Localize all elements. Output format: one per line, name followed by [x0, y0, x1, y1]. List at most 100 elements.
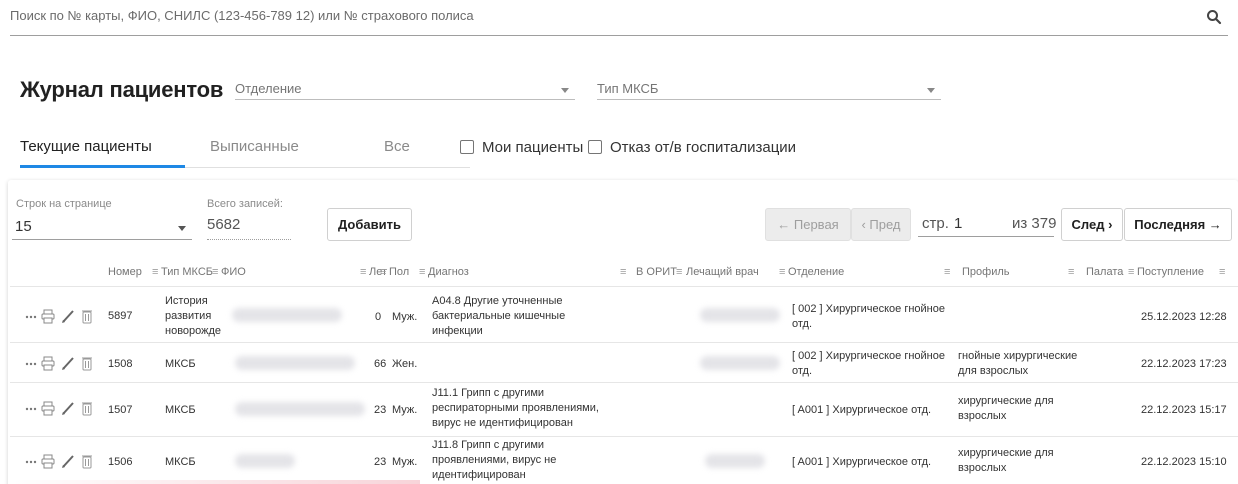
filter-icon[interactable]: ≡ [360, 266, 366, 278]
row-number: 1506 [108, 456, 133, 468]
row-type: МКСБ [165, 404, 196, 416]
row-type: МКСБ [165, 358, 196, 370]
row-department: [ A001 ] Хирургическое отд. [792, 456, 932, 468]
tab-all[interactable]: Все [384, 138, 410, 155]
edit-icon[interactable] [61, 308, 75, 324]
checkbox-box[interactable] [588, 140, 602, 154]
row-number: 1507 [108, 404, 133, 416]
delete-icon[interactable] [81, 308, 93, 324]
row-profile: гнойные хирургические для взрослых [958, 350, 1078, 377]
print-icon[interactable] [41, 400, 55, 416]
filter-icon[interactable]: ≡ [620, 266, 626, 278]
row-actions [25, 453, 99, 469]
row-profile: хирургические для взрослых [958, 447, 1054, 474]
header-divider [10, 286, 1238, 287]
search-input[interactable] [10, 8, 1170, 23]
edit-icon[interactable] [61, 355, 75, 371]
patient-name-redacted [235, 402, 365, 416]
last-page-button[interactable]: Последняя → [1124, 208, 1232, 241]
col-mksb-type[interactable]: Тип МКСБ [161, 266, 213, 278]
more-icon[interactable] [25, 453, 37, 469]
row-department: [ 002 ] Хирургическое гнойное отд. [792, 350, 945, 377]
print-icon[interactable] [41, 308, 55, 324]
filter-icon[interactable]: ≡ [152, 266, 158, 278]
my-patients-checkbox[interactable]: Мои пациенты [460, 139, 583, 156]
search-bar[interactable] [10, 0, 1228, 36]
filter-icon[interactable]: ≡ [676, 266, 682, 278]
first-page-button[interactable]: ← Первая [765, 208, 851, 241]
refusal-checkbox[interactable]: Отказ от/в госпитализации [588, 139, 796, 156]
row-admission: 22.12.2023 15:10 [1141, 456, 1227, 468]
doctor-name-redacted [700, 308, 780, 322]
col-diagnosis[interactable]: Диагноз [428, 266, 469, 278]
edit-icon[interactable] [61, 453, 75, 469]
row-divider [10, 382, 1238, 383]
rows-per-page-value: 15 [15, 218, 32, 235]
delete-icon[interactable] [81, 355, 93, 371]
filter-icon[interactable]: ≡ [419, 266, 425, 278]
col-fio[interactable]: ФИО [221, 266, 246, 278]
filter-icon[interactable]: ≡ [779, 266, 785, 278]
filter-icon[interactable]: ≡ [944, 266, 950, 278]
more-icon[interactable] [25, 355, 37, 371]
print-icon[interactable] [41, 453, 55, 469]
row-number: 5897 [108, 310, 133, 322]
row-highlight [0, 480, 420, 484]
filter-icon[interactable]: ≡ [1219, 266, 1225, 278]
row-department: [ A001 ] Хирургическое отд. [792, 404, 932, 416]
row-divider [10, 436, 1238, 437]
filter-icon[interactable]: ≡ [380, 266, 386, 278]
search-icon[interactable] [1206, 9, 1222, 25]
refusal-label: Отказ от/в госпитализации [610, 139, 797, 156]
page-number-input[interactable]: 1 [954, 215, 962, 232]
row-type: МКСБ [165, 456, 196, 468]
col-department[interactable]: Отделение [788, 266, 844, 278]
row-actions [25, 308, 99, 324]
chevron-down-icon [927, 88, 935, 93]
delete-icon[interactable] [81, 400, 93, 416]
col-number[interactable]: Номер [108, 266, 142, 278]
edit-icon[interactable] [61, 400, 75, 416]
row-age: 23 [374, 456, 387, 468]
tab-discharged[interactable]: Выписанные [210, 138, 299, 155]
total-records-label: Всего записей: [207, 198, 283, 210]
row-actions [25, 355, 99, 371]
filter-icon[interactable]: ≡ [1068, 266, 1074, 278]
row-diagnosis: J11.8 Грипп с другими проявлениями, вирус… [432, 439, 557, 481]
col-ward[interactable]: Палата [1086, 266, 1123, 278]
col-icu[interactable]: В ОРИТ [636, 266, 677, 278]
tab-current-patients[interactable]: Текущие пациенты [20, 138, 152, 155]
row-admission: 22.12.2023 15:17 [1141, 404, 1227, 416]
more-icon[interactable] [25, 308, 37, 324]
filter-icon[interactable]: ≡ [1128, 266, 1134, 278]
col-doctor[interactable]: Лечащий врач [686, 266, 759, 278]
page-title: Журнал пациентов [20, 77, 224, 102]
row-age: 23 [374, 404, 387, 416]
patient-name-redacted [235, 356, 355, 370]
patient-name-redacted [232, 308, 342, 322]
filter-icon[interactable]: ≡ [212, 266, 218, 278]
checkbox-box[interactable] [460, 140, 474, 154]
row-sex: Муж. [392, 456, 418, 468]
chevron-down-icon [561, 88, 569, 93]
row-sex: Жен. [392, 358, 418, 370]
delete-icon[interactable] [81, 453, 93, 469]
row-sex: Муж. [392, 311, 418, 323]
rows-per-page-label: Строк на странице [16, 198, 112, 210]
next-page-button[interactable]: След › [1061, 208, 1123, 241]
col-sex[interactable]: Пол [389, 266, 409, 278]
doctor-name-redacted [700, 356, 780, 370]
total-records-value: 5682 [207, 216, 291, 240]
col-profile[interactable]: Профиль [962, 266, 1010, 278]
add-button[interactable]: Добавить [327, 208, 412, 241]
department-select[interactable]: Отделение [235, 80, 575, 100]
row-actions [25, 400, 99, 416]
page-count: из 379 [1012, 215, 1057, 232]
prev-page-button[interactable]: ‹ Пред [851, 208, 911, 241]
rows-per-page-select[interactable]: 15 [12, 218, 192, 240]
print-icon[interactable] [41, 355, 55, 371]
more-icon[interactable] [25, 400, 37, 416]
col-admission[interactable]: Поступление [1137, 266, 1204, 278]
row-admission: 25.12.2023 12:28 [1141, 311, 1227, 323]
mksb-type-select[interactable]: Тип МКСБ [597, 80, 941, 100]
